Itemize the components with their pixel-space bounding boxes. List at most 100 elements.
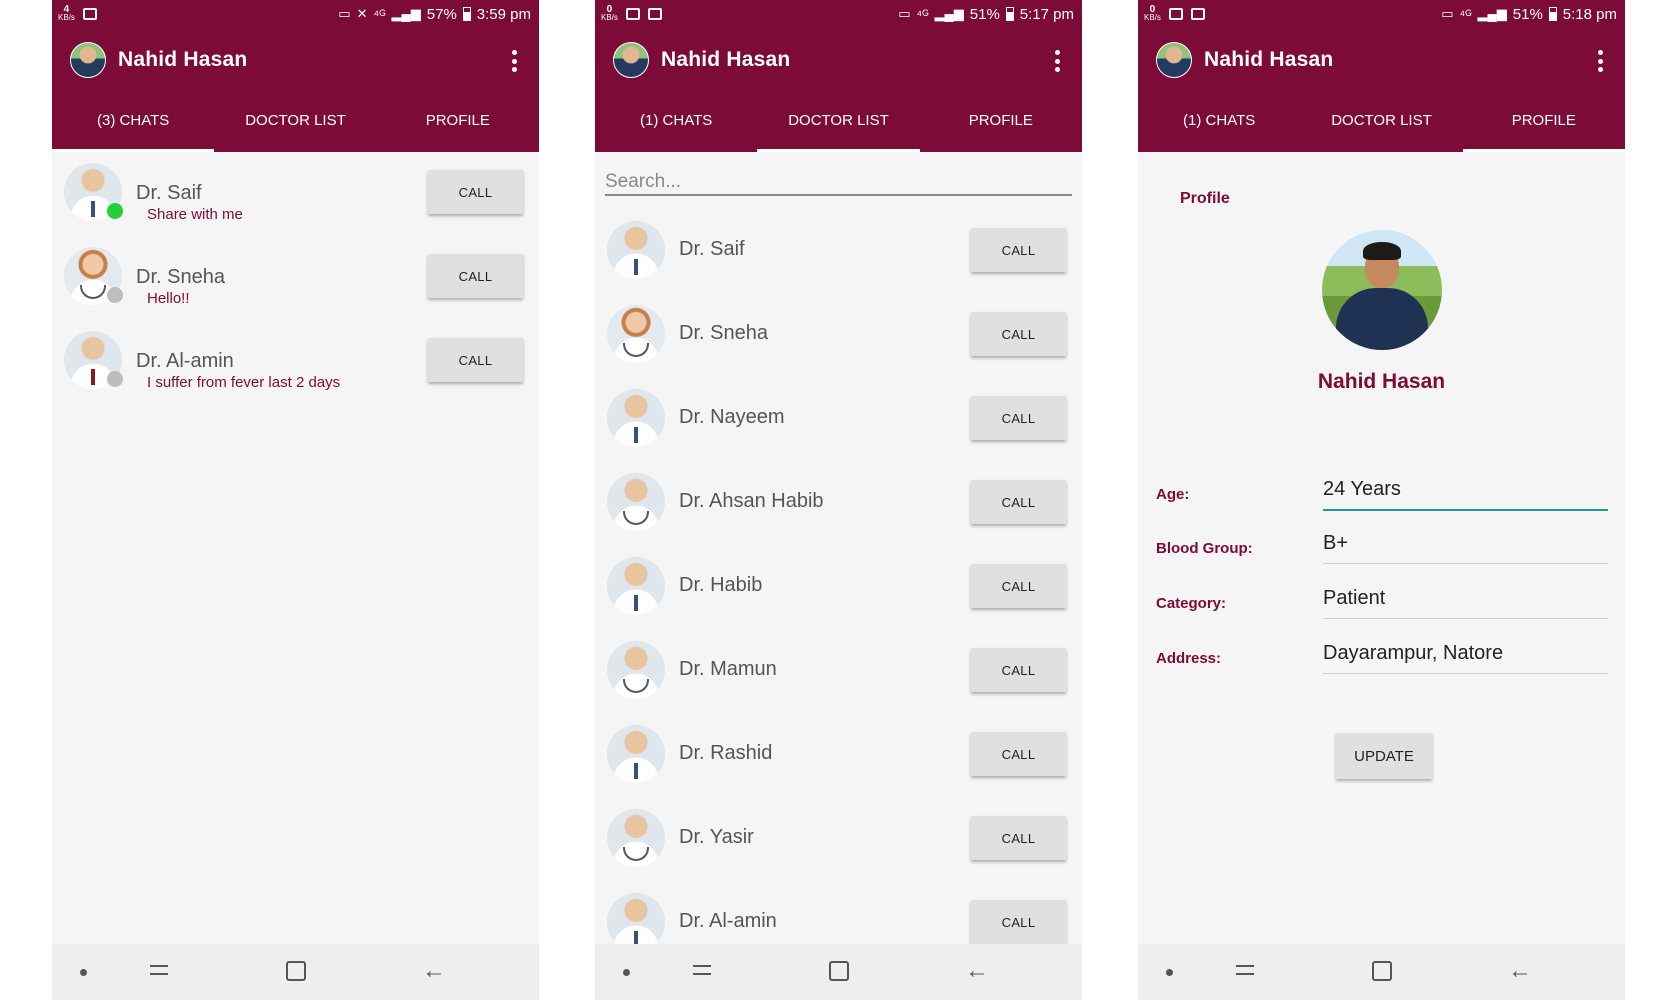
address-field[interactable]: [1323, 642, 1608, 674]
cast-icon: ▭: [338, 6, 351, 21]
offline-status-dot: [107, 371, 123, 387]
blood-group-label: Blood Group:: [1156, 540, 1253, 557]
doctor-name: Dr. Al-amin: [136, 350, 234, 372]
call-button[interactable]: CALL: [971, 396, 1066, 440]
user-avatar[interactable]: [70, 42, 106, 78]
call-button[interactable]: CALL: [971, 228, 1066, 272]
call-button[interactable]: CALL: [971, 648, 1066, 692]
call-button[interactable]: CALL: [971, 312, 1066, 356]
nav-back-icon[interactable]: ←: [965, 959, 989, 983]
blood-group-field[interactable]: [1323, 532, 1608, 564]
status-bar: 0 KB/s ▭ ⁴ᴳ ▂▄▆ 51% 5:17 pm: [595, 0, 1082, 28]
doctor-list-item[interactable]: Dr. Ahsan Habib CALL: [595, 460, 1082, 544]
nav-home-icon[interactable]: [286, 961, 306, 981]
tab-bar: (1) CHATS DOCTOR LIST PROFILE: [1138, 94, 1625, 152]
gallery-icon: [1168, 8, 1183, 20]
user-avatar[interactable]: [1156, 42, 1192, 78]
call-button[interactable]: CALL: [971, 480, 1066, 524]
doctor-list-item[interactable]: Dr. Mamun CALL: [595, 628, 1082, 712]
call-button[interactable]: CALL: [428, 254, 523, 298]
call-button[interactable]: CALL: [428, 338, 523, 382]
doctor-list-item[interactable]: Dr. Saif CALL: [595, 208, 1082, 292]
doctor-avatar: [607, 893, 665, 944]
age-label: Age:: [1156, 486, 1190, 503]
call-button[interactable]: CALL: [428, 170, 523, 214]
tab-doctor-list[interactable]: DOCTOR LIST: [757, 94, 920, 152]
chat-item[interactable]: Dr. Sneha Hello!! CALL: [52, 236, 539, 320]
nav-dot-icon[interactable]: [623, 969, 630, 976]
battery-icon: [1548, 7, 1557, 21]
age-field[interactable]: [1323, 478, 1608, 511]
tab-profile[interactable]: PROFILE: [377, 94, 539, 152]
current-user: Nahid Hasan: [613, 42, 790, 78]
overflow-menu-icon[interactable]: [1597, 50, 1603, 72]
nav-recent-icon[interactable]: [150, 961, 168, 977]
profile-panel: Profile Nahid Hasan Age: Blood Group: Ca…: [1138, 152, 1625, 944]
update-button[interactable]: UPDATE: [1336, 733, 1432, 779]
nav-dot-icon[interactable]: [1166, 969, 1173, 976]
doctor-name: Dr. Mamun: [679, 658, 777, 680]
phone-screen-doctor-list: 0 KB/s ▭ ⁴ᴳ ▂▄▆ 51% 5:17 pm Nahid Hasan (…: [595, 0, 1082, 1000]
category-field[interactable]: [1323, 587, 1608, 619]
nav-back-icon[interactable]: ←: [422, 959, 446, 983]
call-button[interactable]: CALL: [971, 816, 1066, 860]
doctor-list-item[interactable]: Dr. Yasir CALL: [595, 796, 1082, 880]
nav-recent-icon[interactable]: [693, 961, 711, 977]
nav-home-icon[interactable]: [829, 961, 849, 981]
address-label: Address:: [1156, 650, 1222, 667]
doctor-list: Dr. SaifCALLDr. SnehaCALLDr. NayeemCALLD…: [595, 152, 1082, 944]
nav-home-icon[interactable]: [1372, 961, 1392, 981]
profile-avatar[interactable]: [1322, 230, 1442, 350]
notification-icon: [647, 8, 662, 20]
category-label: Category:: [1156, 595, 1227, 612]
tab-chats[interactable]: (1) CHATS: [595, 94, 757, 152]
tab-bar: (3) CHATS DOCTOR LIST PROFILE: [52, 94, 539, 152]
doctor-list-item[interactable]: Dr. Nayeem CALL: [595, 376, 1082, 460]
chat-list: Dr. Saif Share with me CALL Dr. Sneha He…: [52, 152, 539, 944]
tab-chats[interactable]: (3) CHATS: [52, 94, 215, 152]
tab-chats[interactable]: (1) CHATS: [1138, 94, 1300, 152]
network-speed: 0 KB/s: [601, 4, 618, 22]
nav-dot-icon[interactable]: [80, 969, 87, 976]
overflow-menu-icon[interactable]: [511, 50, 517, 72]
4g-icon: ⁴ᴳ: [373, 6, 386, 22]
clock: 5:18 pm: [1562, 5, 1617, 23]
signal-icon: ▂▄▆: [934, 6, 964, 21]
doctor-avatar: [607, 473, 665, 531]
doctor-list-item[interactable]: Dr. Rashid CALL: [595, 712, 1082, 796]
doctor-name: Dr. Sneha: [136, 266, 225, 288]
doctor-name: Dr. Al-amin: [679, 910, 777, 932]
last-message: Share with me: [147, 206, 243, 223]
doctor-avatar: [607, 305, 665, 363]
app-bar: Nahid Hasan (3) CHATS DOCTOR LIST PROFIL…: [52, 28, 539, 152]
chat-item[interactable]: Dr. Saif Share with me CALL: [52, 152, 539, 236]
system-nav-bar: ←: [52, 944, 539, 1000]
chat-item[interactable]: Dr. Al-amin I suffer from fever last 2 d…: [52, 320, 539, 404]
doctor-list-item[interactable]: Dr. Habib CALL: [595, 544, 1082, 628]
nav-back-icon[interactable]: ←: [1508, 959, 1532, 983]
doctor-name: Dr. Ahsan Habib: [679, 490, 824, 512]
user-avatar[interactable]: [613, 42, 649, 78]
tab-profile[interactable]: PROFILE: [920, 94, 1082, 152]
doctor-avatar: [607, 221, 665, 279]
user-name: Nahid Hasan: [661, 48, 791, 71]
nav-recent-icon[interactable]: [1236, 961, 1254, 977]
call-button[interactable]: CALL: [971, 900, 1066, 944]
offline-status-dot: [107, 287, 123, 303]
doctor-list-item[interactable]: Dr. Al-amin CALL: [595, 880, 1082, 944]
4g-icon: ⁴ᴳ: [916, 6, 929, 22]
call-button[interactable]: CALL: [971, 732, 1066, 776]
tab-doctor-list[interactable]: DOCTOR LIST: [1300, 94, 1462, 152]
call-button[interactable]: CALL: [971, 564, 1066, 608]
tab-doctor-list[interactable]: DOCTOR LIST: [214, 94, 376, 152]
battery-icon: [462, 7, 471, 21]
cast-icon: ▭: [1441, 6, 1454, 21]
last-message: I suffer from fever last 2 days: [147, 374, 341, 391]
battery-percent: 57%: [426, 5, 457, 23]
search-input[interactable]: [605, 162, 1072, 196]
notification-icon: [1190, 8, 1205, 20]
user-name: Nahid Hasan: [1204, 48, 1334, 71]
tab-profile[interactable]: PROFILE: [1462, 94, 1625, 152]
overflow-menu-icon[interactable]: [1054, 50, 1060, 72]
doctor-list-item[interactable]: Dr. Sneha CALL: [595, 292, 1082, 376]
